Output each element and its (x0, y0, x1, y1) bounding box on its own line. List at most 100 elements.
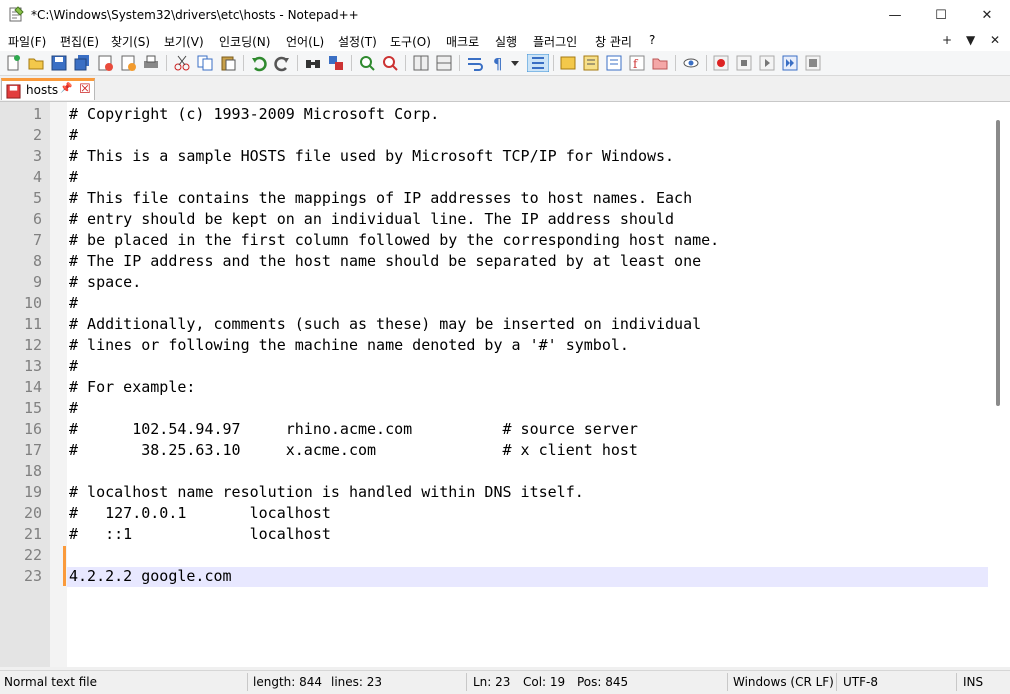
close-doc-icon[interactable]: ✕ (990, 33, 1000, 47)
dropdown-icon[interactable] (509, 54, 521, 72)
code-line[interactable]: # (69, 167, 78, 188)
menu-tools[interactable]: 도구(O) (390, 33, 431, 50)
redo-icon[interactable] (273, 54, 291, 72)
macro-record-icon[interactable] (712, 54, 730, 72)
status-insert-mode[interactable]: INS (963, 675, 983, 689)
code-line[interactable]: 4.2.2.2 google.com (69, 566, 232, 587)
maximize-button[interactable]: ☐ (918, 0, 964, 31)
code-line[interactable]: # localhost name resolution is handled w… (69, 482, 584, 503)
menu-file[interactable]: 파일(F) (8, 33, 46, 50)
toolbar-separator (459, 55, 460, 71)
macro-save-icon[interactable] (804, 54, 822, 72)
code-line[interactable]: # The IP address and the host name shoul… (69, 251, 701, 272)
paste-icon[interactable] (219, 54, 237, 72)
code-line[interactable]: # This file contains the mappings of IP … (69, 188, 692, 209)
vertical-scrollbar[interactable] (988, 102, 1010, 667)
line-number: 3 (32, 147, 42, 165)
macro-run-multiple-icon[interactable] (781, 54, 799, 72)
replace-icon[interactable] (327, 54, 345, 72)
menu-help[interactable]: ? (649, 33, 655, 47)
find-icon[interactable] (304, 54, 322, 72)
code-line[interactable]: # entry should be kept on an individual … (69, 209, 674, 230)
tab-close-icon[interactable]: ☒ (79, 82, 91, 97)
line-number: 11 (23, 315, 42, 333)
close-all-icon[interactable] (119, 54, 137, 72)
new-file-icon[interactable] (4, 54, 22, 72)
macro-play-icon[interactable] (758, 54, 776, 72)
minimize-button[interactable]: — (872, 0, 918, 31)
line-number: 7 (32, 231, 42, 249)
folder-workspace-icon[interactable] (651, 54, 669, 72)
menu-language[interactable]: 언어(L) (286, 33, 324, 50)
code-line[interactable]: # This is a sample HOSTS file used by Mi… (69, 146, 674, 167)
line-number: 6 (32, 210, 42, 228)
zoom-out-icon[interactable] (381, 54, 399, 72)
status-lines: lines: 23 (331, 675, 383, 689)
close-button[interactable]: ✕ (964, 0, 1010, 31)
editor-area[interactable]: 1 2 3 4 5 6 7 8 9 10 11 12 13 14 15 16 17 18 19 20 21 22 23 # … (0, 102, 1010, 667)
tab-hosts[interactable]: hosts 📌 ☒ (1, 78, 95, 100)
menu-view[interactable]: 보기(V) (164, 33, 204, 50)
code-line[interactable]: # space. (69, 272, 141, 293)
status-divider (466, 673, 467, 691)
code-line[interactable]: # Additionally, comments (such as these)… (69, 314, 701, 335)
cut-icon[interactable] (173, 54, 191, 72)
indent-guide-icon[interactable] (527, 54, 549, 72)
open-file-icon[interactable] (27, 54, 45, 72)
word-wrap-icon[interactable] (466, 54, 484, 72)
print-icon[interactable] (142, 54, 160, 72)
code-line[interactable]: # For example: (69, 377, 195, 398)
toolbar-separator (553, 55, 554, 71)
code-line[interactable]: # (69, 125, 78, 146)
code-line[interactable]: # 38.25.63.10 x.acme.com # x client host (69, 440, 638, 461)
maximize-icon: ☐ (935, 8, 947, 23)
copy-icon[interactable] (196, 54, 214, 72)
macro-stop-icon[interactable] (735, 54, 753, 72)
line-number: 23 (23, 567, 42, 585)
status-bar: Normal text file length: 844 lines: 23 L… (0, 670, 1010, 694)
save-icon[interactable] (50, 54, 68, 72)
menu-macro[interactable]: 매크로 (446, 33, 479, 50)
user-defined-lang-icon[interactable] (559, 54, 577, 72)
status-encoding[interactable]: UTF-8 (843, 675, 878, 689)
line-number: 14 (23, 378, 42, 396)
doc-list-icon[interactable] (605, 54, 623, 72)
scrollbar-thumb[interactable] (996, 120, 1000, 406)
svg-text:¶: ¶ (493, 55, 503, 72)
menu-encoding[interactable]: 인코딩(N) (219, 33, 270, 50)
sync-vertical-icon[interactable] (412, 54, 430, 72)
monitoring-eye-icon[interactable] (682, 54, 700, 72)
menu-window[interactable]: 창 관리 (595, 33, 632, 50)
code-line[interactable]: # ::1 localhost (69, 524, 331, 545)
code-line[interactable]: # lines or following the machine name de… (69, 335, 629, 356)
code-line[interactable]: # 127.0.0.1 localhost (69, 503, 331, 524)
menu-search[interactable]: 찾기(S) (111, 33, 150, 50)
code-line[interactable]: # 102.54.94.97 rhino.acme.com # source s… (69, 419, 638, 440)
code-line[interactable]: # (69, 398, 78, 419)
menu-edit[interactable]: 편집(E) (60, 33, 99, 50)
zoom-in-icon[interactable] (358, 54, 376, 72)
toolbar-separator (351, 55, 352, 71)
code-line[interactable]: # (69, 293, 78, 314)
menu-plugins[interactable]: 플러그인 (533, 33, 577, 50)
status-length: length: 844 (253, 675, 323, 689)
function-list-icon[interactable]: f (628, 54, 646, 72)
status-eol[interactable]: Windows (CR LF) (733, 675, 834, 689)
pin-icon[interactable]: 📌 (60, 83, 72, 94)
title-bar: *C:\Windows\System32\drivers\etc\hosts -… (0, 0, 1010, 31)
minimize-icon: — (888, 8, 902, 23)
code-line[interactable]: # Copyright (c) 1993-2009 Microsoft Corp… (69, 104, 439, 125)
close-file-icon[interactable] (96, 54, 114, 72)
menu-run[interactable]: 실행 (495, 33, 517, 50)
menu-settings[interactable]: 설정(T) (338, 33, 377, 50)
line-number: 22 (23, 546, 42, 564)
undo-icon[interactable] (250, 54, 268, 72)
save-all-icon[interactable] (73, 54, 91, 72)
code-line[interactable]: # (69, 356, 78, 377)
show-all-chars-icon[interactable]: ¶ (489, 54, 507, 72)
sync-horizontal-icon[interactable] (435, 54, 453, 72)
code-line[interactable]: # be placed in the first column followed… (69, 230, 719, 251)
tab-list-icon[interactable]: ▼ (966, 33, 975, 47)
new-tab-icon[interactable]: + (942, 33, 952, 47)
document-map-icon[interactable] (582, 54, 600, 72)
